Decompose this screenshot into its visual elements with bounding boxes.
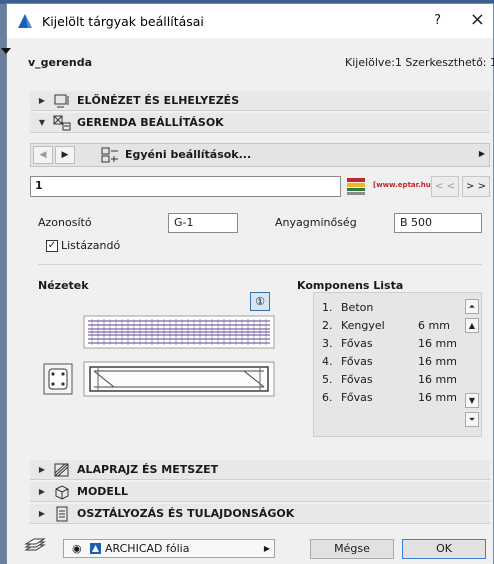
section-label: ELŐNÉZET ÉS ELHELYEZÉS bbox=[77, 94, 240, 107]
id-label: Azonosító bbox=[38, 216, 92, 229]
item-name: Fővas bbox=[341, 373, 373, 386]
help-button[interactable]: ? bbox=[434, 13, 441, 28]
expand-arrow-icon: ▶ bbox=[38, 509, 46, 518]
section-model[interactable]: ▶ MODELL bbox=[30, 482, 490, 502]
layer-dropdown[interactable]: ◉ ARCHICAD fólia ▶ bbox=[63, 539, 275, 558]
id-field[interactable]: G-1 bbox=[168, 213, 238, 233]
value-input[interactable]: 1 bbox=[30, 176, 341, 197]
dialog-window: Kijelölt tárgyak beállításai ? × v_geren… bbox=[1, 3, 494, 564]
list-item[interactable]: 2. Kengyel 6 mm bbox=[314, 319, 464, 337]
ok-button[interactable]: OK bbox=[402, 539, 486, 559]
item-name: Kengyel bbox=[341, 319, 385, 332]
dropdown-arrow-icon: ▶ bbox=[263, 544, 270, 553]
dropdown-arrow-icon: ▶ bbox=[478, 149, 485, 158]
archicad-app-icon bbox=[18, 14, 32, 28]
classification-document-icon bbox=[56, 506, 68, 521]
scroll-down-button[interactable]: ▼ bbox=[465, 393, 479, 408]
beam-settings-icon bbox=[53, 115, 71, 130]
object-info-row: v_gerenda Kijelölve:1 Szerkeszthető: 1 bbox=[7, 52, 494, 74]
item-name: Fővas bbox=[341, 391, 373, 404]
item-size: 16 mm bbox=[418, 355, 457, 368]
list-item[interactable]: 1. Beton bbox=[314, 301, 464, 319]
item-index: 1. bbox=[322, 301, 333, 314]
item-name: Fővas bbox=[341, 355, 373, 368]
next-settings-button[interactable]: ▶ bbox=[55, 146, 75, 164]
settings-selector-bar: ◀ ▶ Egyéni beállítások... ▶ bbox=[30, 143, 490, 167]
item-name: Beton bbox=[341, 301, 374, 314]
close-button[interactable]: × bbox=[470, 9, 485, 30]
list-item[interactable]: 6. Fővas 16 mm bbox=[314, 391, 464, 409]
material-label: Anyagminőség bbox=[275, 216, 357, 229]
item-size: 16 mm bbox=[418, 337, 457, 350]
beam-views-preview bbox=[43, 315, 275, 397]
custom-settings-dropdown[interactable]: Egyéni beállítások... bbox=[125, 148, 251, 161]
item-index: 4. bbox=[322, 355, 333, 368]
visibility-eye-icon: ◉ bbox=[72, 542, 82, 555]
listable-checkbox[interactable]: ✓ bbox=[46, 240, 58, 252]
cancel-button[interactable]: Mégse bbox=[310, 539, 394, 559]
section-preview-placement[interactable]: ▶ ELŐNÉZET ÉS ELHELYEZÉS bbox=[30, 91, 490, 111]
item-size: 6 mm bbox=[418, 319, 450, 332]
divider bbox=[38, 264, 482, 265]
next-page-button[interactable]: > > bbox=[462, 176, 490, 197]
section-label: GERENDA BEÁLLÍTÁSOK bbox=[77, 116, 224, 129]
window-title: Kijelölt tárgyak beállításai bbox=[42, 13, 204, 29]
plan-section-icon bbox=[54, 463, 69, 476]
model-cube-icon bbox=[55, 484, 69, 500]
section-label: MODELL bbox=[77, 485, 128, 498]
object-name: v_gerenda bbox=[28, 56, 93, 69]
component-list-heading: Komponens Lista bbox=[297, 279, 404, 292]
title-bar: Kijelölt tárgyak beállításai ? × bbox=[7, 4, 493, 38]
item-size: 16 mm bbox=[418, 391, 457, 404]
section-classification-properties[interactable]: ▶ OSZTÁLYOZÁS ÉS TULAJDONSÁGOK bbox=[30, 504, 490, 524]
section-label: OSZTÁLYOZÁS ÉS TULAJDONSÁGOK bbox=[77, 507, 295, 520]
scroll-up-button[interactable]: ▲ bbox=[465, 318, 479, 333]
list-item[interactable]: 4. Fővas 16 mm bbox=[314, 355, 464, 373]
item-index: 6. bbox=[322, 391, 333, 404]
item-index: 3. bbox=[322, 337, 333, 350]
material-field[interactable]: B 500 bbox=[394, 213, 482, 233]
section-label: ALAPRAJZ ÉS METSZET bbox=[77, 463, 219, 476]
custom-settings-icon bbox=[101, 147, 118, 163]
expand-arrow-icon: ▶ bbox=[38, 487, 46, 496]
beam-parameters-panel: Azonosító G-1 Anyagminőség B 500 ✓ Listá… bbox=[30, 204, 490, 456]
section-beam-settings[interactable]: ▼ GERENDA BEÁLLÍTÁSOK bbox=[30, 113, 490, 133]
expand-arrow-icon: ▶ bbox=[38, 465, 46, 474]
collapse-arrow-icon: ▼ bbox=[38, 118, 46, 127]
preview-placement-icon bbox=[54, 94, 69, 107]
archicad-layer-icon bbox=[90, 543, 101, 554]
component-list[interactable]: 1. Beton 2. Kengyel 6 mm 3. Fővas 16 mm … bbox=[313, 292, 482, 437]
listable-label: Listázandó bbox=[61, 239, 121, 252]
scroll-bottom-button[interactable]: ⏷ bbox=[465, 412, 479, 427]
item-index: 2. bbox=[322, 319, 333, 332]
previous-page-button[interactable]: < < bbox=[431, 176, 459, 197]
layers-icon bbox=[24, 538, 46, 551]
logo-url: [www.eptar.hu] bbox=[373, 181, 434, 189]
selection-status: Kijelölve:1 Szerkeszthető: 1 bbox=[345, 56, 494, 69]
scroll-top-button[interactable]: ⏶ bbox=[465, 299, 479, 314]
dialog-footer: ◉ ARCHICAD fólia ▶ Mégse OK bbox=[7, 532, 493, 564]
item-size: 16 mm bbox=[418, 373, 457, 386]
list-item[interactable]: 3. Fővas 16 mm bbox=[314, 337, 464, 355]
expand-arrow-icon: ▶ bbox=[38, 96, 46, 105]
parameter-input-row: 1 [www.eptar.hu] < < > > bbox=[30, 176, 490, 198]
list-item[interactable]: 5. Fővas 16 mm bbox=[314, 373, 464, 391]
layer-name: ARCHICAD fólia bbox=[105, 542, 190, 555]
previous-settings-button[interactable]: ◀ bbox=[33, 146, 53, 164]
item-index: 5. bbox=[322, 373, 333, 386]
section-plan-and-section[interactable]: ▶ ALAPRAJZ ÉS METSZET bbox=[30, 460, 490, 480]
item-name: Fővas bbox=[341, 337, 373, 350]
